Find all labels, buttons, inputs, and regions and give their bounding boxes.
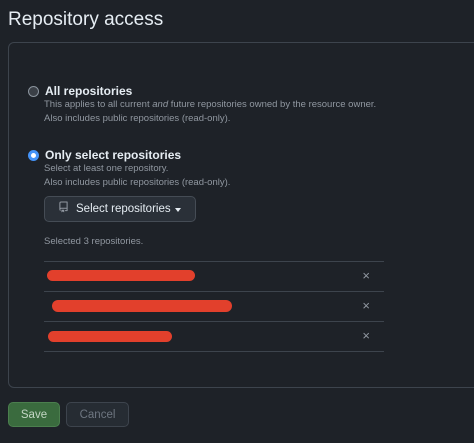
select-repositories-button[interactable]: Select repositories [44,196,196,222]
redacted-repository-name [52,300,232,312]
remove-repository-icon[interactable]: × [362,268,370,284]
redacted-repository-name [47,270,195,281]
selected-repositories-list: × × × [44,261,384,352]
select-repositories-label: Select repositories [76,203,171,215]
radio-all-repositories[interactable] [28,86,39,97]
selected-repositories-summary: Selected 3 repositories. [44,236,144,247]
option-all-desc-line2: Also includes public repositories (read-… [44,113,231,124]
remove-repository-icon[interactable]: × [362,298,370,314]
caret-down-icon [174,208,181,212]
save-button[interactable]: Save [8,402,60,427]
option-select-desc-line1: Select at least one repository. [44,163,169,174]
option-select-desc-line2: Also includes public repositories (read-… [44,177,231,188]
repository-row: × [44,322,384,352]
option-select-repositories-description: Select at least one repository. Also inc… [44,162,230,190]
repository-row: × [44,262,384,292]
repository-access-panel: All repositories This applies to all cur… [8,42,474,388]
page-title: Repository access [8,9,164,30]
radio-select-repositories[interactable] [28,150,39,161]
remove-repository-icon[interactable]: × [362,328,370,344]
option-all-repositories-description: This applies to all current and future r… [44,98,376,126]
option-all-desc-line1: This applies to all current and future r… [44,99,377,110]
repository-row: × [44,292,384,322]
redacted-repository-name [48,331,172,342]
repo-icon [58,200,69,218]
cancel-button[interactable]: Cancel [66,402,129,427]
